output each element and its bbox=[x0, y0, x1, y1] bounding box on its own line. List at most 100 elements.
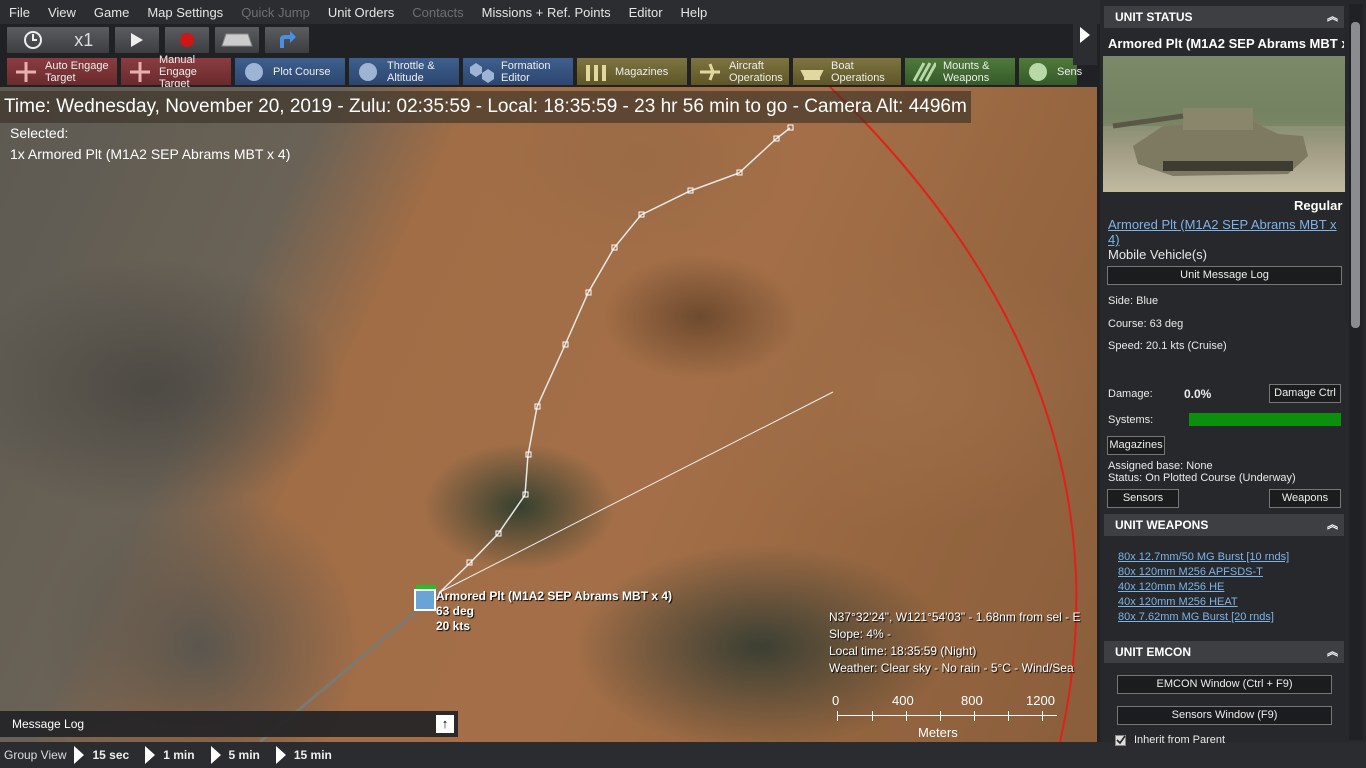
menu-file[interactable]: File bbox=[0, 5, 39, 20]
play-icon bbox=[131, 33, 143, 47]
step-15-sec-button[interactable]: 15 sec bbox=[74, 746, 129, 764]
menu-editor[interactable]: Editor bbox=[620, 5, 672, 20]
scale-mark bbox=[974, 711, 975, 721]
aircraft-operations-button[interactable]: Aircraft Operations bbox=[690, 57, 790, 86]
unit-weapons-header-label: UNIT WEAPONS bbox=[1115, 518, 1209, 532]
scale-mark bbox=[1042, 711, 1043, 721]
throttle-altitude-button[interactable]: Throttle & Altitude bbox=[348, 57, 460, 86]
message-log-bar[interactable]: Message Log ↑ bbox=[0, 711, 458, 737]
chevron-right-icon bbox=[1080, 27, 1090, 43]
play-step-icon bbox=[145, 746, 156, 764]
throttle-label-1: Throttle & bbox=[387, 59, 435, 72]
unit-title: Armored Plt (M1A2 SEP Abrams MBT x 4) bbox=[1108, 36, 1344, 51]
time-controls: x1 bbox=[6, 26, 310, 54]
manual-engage-button[interactable]: Manual Engage Target bbox=[120, 53, 232, 90]
menu-help[interactable]: Help bbox=[672, 5, 717, 20]
inherit-checkbox[interactable] bbox=[1115, 735, 1126, 746]
weapon-item[interactable]: 80x 7.62mm MG Burst [20 rnds] bbox=[1118, 611, 1274, 623]
step-15-min-button[interactable]: 15 min bbox=[275, 746, 332, 764]
unit-symbol[interactable] bbox=[414, 585, 436, 611]
boat-operations-button[interactable]: Boat Operations bbox=[792, 57, 902, 86]
sensors-toolbar-button[interactable]: Sens bbox=[1018, 57, 1082, 86]
sensors-panel-button[interactable]: Sensors bbox=[1107, 489, 1179, 508]
magazines-button[interactable]: Magazines bbox=[576, 57, 688, 86]
manual-engage-label-2: Engage Target bbox=[159, 65, 197, 90]
unit-map-label: Armored Plt (M1A2 SEP Abrams MBT x 4) 63… bbox=[436, 589, 672, 634]
scale-tick-400: 400 bbox=[892, 693, 914, 708]
collapse-icon[interactable]: ︽ bbox=[1327, 514, 1338, 536]
scale-mark bbox=[837, 711, 838, 721]
step-5-min-button[interactable]: 5 min bbox=[210, 746, 260, 764]
formation-label-2: Editor bbox=[501, 71, 530, 84]
play-button[interactable] bbox=[114, 26, 160, 54]
play-step-icon bbox=[74, 746, 85, 764]
record-button[interactable] bbox=[164, 26, 210, 54]
unit-photo bbox=[1103, 56, 1345, 192]
time-bar: Time: Wednesday, November 20, 2019 - Zul… bbox=[0, 91, 971, 123]
checkmark-icon bbox=[1116, 735, 1126, 745]
panel-scrollbar[interactable] bbox=[1349, 4, 1363, 740]
scale-tick-1200: 1200 bbox=[1026, 693, 1055, 708]
systems-bar-fill bbox=[1189, 413, 1341, 426]
unit-status-header[interactable]: UNIT STATUS ︽ bbox=[1104, 6, 1344, 28]
weapon-item[interactable]: 80x 120mm M256 APFSDS-T bbox=[1118, 566, 1263, 578]
unit-type: Mobile Vehicle(s) bbox=[1108, 247, 1207, 262]
turn-button[interactable] bbox=[264, 26, 310, 54]
collapse-icon[interactable]: ︽ bbox=[1327, 641, 1338, 663]
menu-quick-jump[interactable]: Quick Jump bbox=[232, 5, 319, 20]
aircraft-label-2: Operations bbox=[729, 71, 783, 84]
step-1-min-button[interactable]: 1 min bbox=[145, 746, 195, 764]
scale-tick-0: 0 bbox=[832, 693, 840, 708]
emcon-window-button[interactable]: EMCON Window (Ctrl + F9) bbox=[1117, 675, 1332, 694]
map-view[interactable]: Time: Wednesday, November 20, 2019 - Zul… bbox=[0, 87, 1097, 742]
time-compression-button[interactable]: x1 bbox=[6, 26, 110, 54]
weapon-item[interactable]: 40x 120mm M256 HE bbox=[1118, 581, 1224, 593]
collapse-panel-button[interactable] bbox=[1073, 5, 1097, 65]
menu-missions[interactable]: Missions + Ref. Points bbox=[473, 5, 620, 20]
assigned-base: Assigned base: None bbox=[1108, 460, 1213, 472]
formation-editor-button[interactable]: Formation Editor bbox=[462, 57, 574, 86]
cursor-info: N37°32'24", W121°54'03" - 1.68nm from se… bbox=[829, 609, 1080, 677]
weapon-item[interactable]: 40x 120mm M256 HEAT bbox=[1118, 596, 1238, 608]
throttle-icon bbox=[355, 61, 381, 83]
crosshair-icon bbox=[13, 61, 39, 83]
view-mode-button[interactable] bbox=[214, 26, 260, 54]
menu-view[interactable]: View bbox=[39, 5, 85, 20]
damage-control-button[interactable]: Damage Ctrl bbox=[1269, 384, 1341, 403]
expand-log-icon[interactable]: ↑ bbox=[436, 715, 454, 733]
auto-engage-button[interactable]: Auto Engage Target bbox=[6, 57, 118, 86]
record-icon bbox=[180, 33, 194, 47]
scrollbar-thumb[interactable] bbox=[1351, 22, 1360, 328]
unit-message-log-button[interactable]: Unit Message Log bbox=[1107, 266, 1342, 285]
crosshair-icon bbox=[127, 61, 153, 83]
menu-map-settings[interactable]: Map Settings bbox=[138, 5, 232, 20]
menu-unit-orders[interactable]: Unit Orders bbox=[319, 5, 403, 20]
boat-label-2: Operations bbox=[831, 71, 885, 84]
sensors-window-button[interactable]: Sensors Window (F9) bbox=[1117, 706, 1332, 725]
unit-class-link[interactable]: Armored Plt (M1A2 SEP Abrams MBT x 4) bbox=[1108, 217, 1344, 247]
scale-mark bbox=[1008, 711, 1009, 721]
collapse-icon[interactable]: ︽ bbox=[1327, 6, 1338, 28]
tank-silhouette bbox=[1103, 56, 1345, 176]
unit-weapons-header[interactable]: UNIT WEAPONS ︽ bbox=[1104, 514, 1344, 536]
cursor-weather: Weather: Clear sky - No rain - 5°C - Win… bbox=[829, 661, 1074, 675]
menu-contacts[interactable]: Contacts bbox=[403, 5, 472, 20]
magazines-panel-button[interactable]: Magazines bbox=[1107, 436, 1165, 455]
plot-course-button[interactable]: Plot Course bbox=[234, 57, 346, 86]
auto-engage-label-2: Target bbox=[45, 71, 76, 84]
scale-tick-800: 800 bbox=[961, 693, 983, 708]
systems-bar bbox=[1189, 413, 1341, 426]
mounts-weapons-button[interactable]: Mounts & Weapons bbox=[904, 57, 1016, 86]
step-label: 5 min bbox=[228, 748, 260, 762]
scale-mark bbox=[940, 711, 941, 721]
scale-line bbox=[837, 715, 1057, 716]
menu-game[interactable]: Game bbox=[85, 5, 138, 20]
step-label: 1 min bbox=[163, 748, 195, 762]
weapon-item[interactable]: 80x 12.7mm/50 MG Burst [10 rnds] bbox=[1118, 551, 1289, 563]
weapons-panel-button[interactable]: Weapons bbox=[1269, 489, 1341, 508]
manual-engage-label-1: Manual bbox=[159, 53, 196, 66]
unit-emcon-header[interactable]: UNIT EMCON ︽ bbox=[1104, 641, 1344, 663]
command-toolbar: Auto Engage Target Manual Engage Target Pl… bbox=[6, 53, 1082, 90]
step-label: 15 sec bbox=[92, 748, 130, 762]
sensors-toolbar-label: Sens bbox=[1057, 65, 1083, 78]
